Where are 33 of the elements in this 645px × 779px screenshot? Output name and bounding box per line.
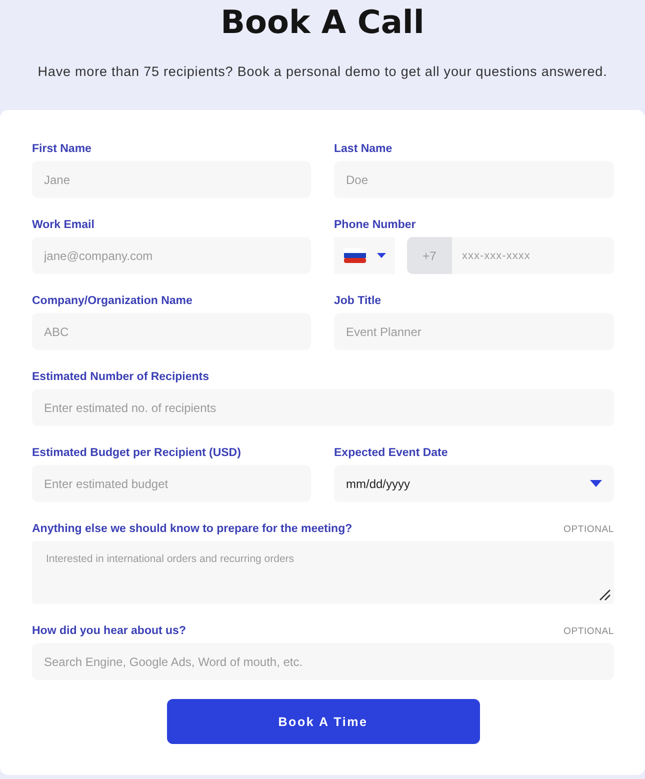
- field-label: Work Email: [32, 219, 94, 231]
- field-label: First Name: [32, 143, 92, 155]
- dial-code: +7: [407, 237, 452, 274]
- input-field[interactable]: Enter estimated no. of recipients: [32, 389, 614, 426]
- field-label: Estimated Budget per Recipient (USD): [32, 447, 241, 459]
- optional-tag: OPTIONAL: [564, 626, 614, 637]
- input-field[interactable]: jane@company.com: [32, 237, 311, 274]
- resize-handle-icon: [599, 589, 611, 601]
- input-field[interactable]: ABC: [32, 313, 311, 350]
- optional-tag: OPTIONAL: [564, 524, 614, 535]
- field-label: How did you hear about us?: [32, 625, 186, 637]
- field-label: Phone Number: [334, 219, 416, 231]
- input-field[interactable]: Search Engine, Google Ads, Word of mouth, etc.: [32, 643, 614, 680]
- flag-icon: [344, 248, 366, 263]
- phone-input-field[interactable]: xxx-xxx-xxxx: [452, 237, 614, 274]
- input-field[interactable]: Enter estimated budget: [32, 465, 311, 502]
- field-label: Job Title: [334, 295, 382, 307]
- field-label: Expected Event Date: [334, 447, 448, 459]
- page-subtitle: Have more than 75 recipients? Book a personal demo to get all your questions answered.: [38, 64, 608, 79]
- field-label: Company/Organization Name: [32, 295, 192, 307]
- field-label: Last Name: [334, 143, 392, 155]
- book-a-time-button[interactable]: Book A Time: [166, 699, 480, 744]
- page-title: Book A Call: [220, 2, 424, 42]
- caret-icon: [376, 253, 386, 258]
- date-field[interactable]: mm/dd/yyyy: [334, 465, 614, 502]
- input-field[interactable]: Event Planner: [334, 313, 614, 350]
- input-field[interactable]: Jane: [32, 161, 311, 198]
- text-area[interactable]: Interested in international orders and recurring orders: [32, 541, 614, 604]
- country-select[interactable]: [334, 237, 395, 274]
- field-label: Anything else we should know to prepare for the meeting?: [32, 523, 352, 535]
- field-label: Estimated Number of Recipients: [32, 371, 210, 383]
- caret-icon: [590, 480, 602, 487]
- input-field[interactable]: Doe: [334, 161, 614, 198]
